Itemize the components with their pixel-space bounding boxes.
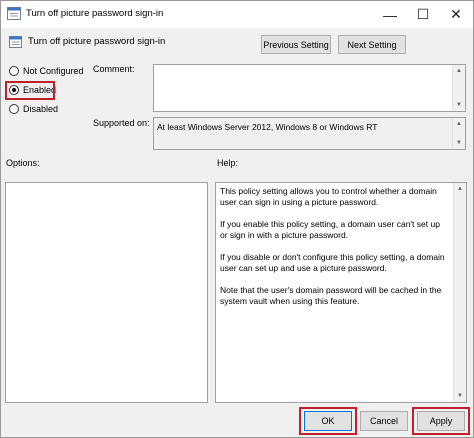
supported-on-label: Supported on:	[93, 118, 150, 128]
radio-label: Not Configured	[23, 66, 84, 76]
supported-scrollbar[interactable]: ▲ ▼	[452, 118, 465, 149]
comment-label: Comment:	[93, 64, 135, 74]
radio-disabled[interactable]: Disabled	[9, 104, 58, 114]
help-paragraph: If you enable this policy setting, a dom…	[220, 219, 440, 240]
help-paragraph: If you disable or don't configure this p…	[220, 252, 445, 273]
window-title: Turn off picture password sign-in	[26, 8, 164, 19]
help-scrollbar[interactable]: ▲ ▼	[453, 183, 466, 402]
previous-setting-button[interactable]: Previous Setting	[261, 35, 331, 54]
policy-name: Turn off picture password sign-in	[28, 36, 166, 47]
arrow-up-icon[interactable]: ▲	[453, 118, 465, 130]
help-paragraph: Note that the user's domain password wil…	[220, 285, 442, 306]
arrow-down-icon[interactable]: ▼	[454, 390, 466, 402]
policy-sheet-icon	[9, 36, 22, 48]
minimize-button[interactable]: —	[373, 1, 407, 28]
next-setting-button[interactable]: Next Setting	[338, 35, 406, 54]
arrow-down-icon[interactable]: ▼	[453, 99, 465, 111]
supported-on-field: At least Windows Server 2012, Windows 8 …	[153, 117, 466, 150]
help-panel: This policy setting allows you to contro…	[215, 182, 467, 403]
arrow-up-icon[interactable]: ▲	[453, 65, 465, 77]
help-label: Help:	[217, 158, 239, 168]
options-label: Options:	[6, 158, 40, 168]
policy-dialog-window: Turn off picture password sign-in — ☐ ✕ …	[0, 0, 474, 438]
enabled-highlight-box	[5, 81, 55, 100]
radio-not-configured[interactable]: Not Configured	[9, 66, 84, 76]
radio-button-icon[interactable]	[9, 66, 19, 76]
supported-on-value: At least Windows Server 2012, Windows 8 …	[157, 122, 378, 132]
apply-button[interactable]: Apply	[417, 411, 465, 431]
ok-button[interactable]: OK	[304, 411, 352, 431]
cancel-button[interactable]: Cancel	[360, 411, 408, 431]
help-text: This policy setting allows you to contro…	[220, 186, 448, 318]
maximize-button[interactable]: ☐	[406, 1, 440, 28]
radio-label: Disabled	[23, 104, 59, 114]
arrow-down-icon[interactable]: ▼	[453, 137, 465, 149]
close-button[interactable]: ✕	[439, 1, 473, 28]
title-bar[interactable]: Turn off picture password sign-in — ☐ ✕	[1, 1, 473, 28]
policy-sheet-icon	[7, 7, 21, 20]
options-panel	[5, 182, 208, 403]
comment-textarea[interactable]: ▲ ▼	[153, 64, 466, 112]
help-paragraph: This policy setting allows you to contro…	[220, 186, 437, 207]
comment-scrollbar[interactable]: ▲ ▼	[452, 65, 465, 111]
arrow-up-icon[interactable]: ▲	[454, 183, 466, 195]
radio-button-icon[interactable]	[9, 104, 19, 114]
